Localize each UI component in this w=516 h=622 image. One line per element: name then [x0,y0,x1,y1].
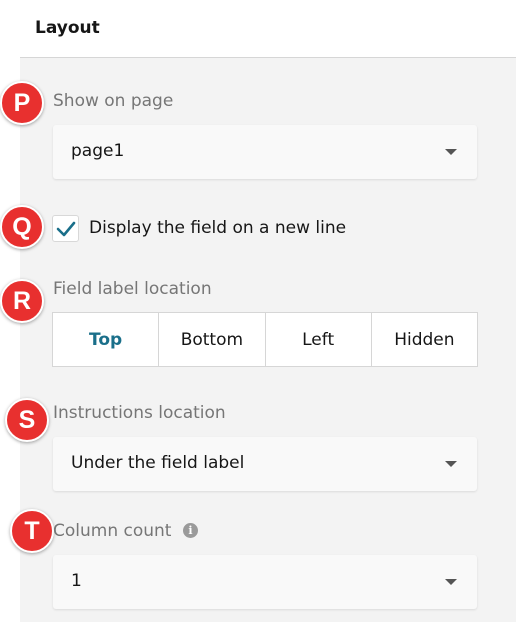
segment-bottom[interactable]: Bottom [159,313,266,366]
column-count-value: 1 [71,571,82,591]
segment-hidden[interactable]: Hidden [372,313,477,366]
check-icon [56,221,76,237]
show-on-page-label: Show on page [53,91,174,111]
field-label-location-segmented: Top Bottom Left Hidden [52,312,478,367]
chevron-down-icon [445,149,457,155]
instructions-location-label: Instructions location [53,403,226,423]
callout-marker-p: P [0,81,44,125]
chevron-down-icon [445,579,457,585]
segment-left[interactable]: Left [266,313,372,366]
chevron-down-icon [445,461,457,467]
show-on-page-select[interactable]: page1 [53,125,477,179]
info-icon[interactable]: i [183,523,198,538]
instructions-location-value: Under the field label [71,453,245,473]
panel-title: Layout [35,18,100,38]
callout-marker-s: S [5,398,49,442]
column-count-label: Column count [53,521,172,541]
column-count-select[interactable]: 1 [53,555,477,609]
field-label-location-label: Field label location [53,279,212,299]
callout-marker-t: T [10,509,54,553]
property-panel-page: Layout P Show on page page1 Q Display th… [0,0,516,622]
segment-top[interactable]: Top [53,313,160,366]
callout-marker-r: R [0,279,44,323]
show-on-page-value: page1 [71,141,125,161]
panel-header: Layout [20,0,516,58]
new-line-checkbox-label: Display the field on a new line [89,218,347,238]
new-line-checkbox[interactable] [52,215,79,242]
instructions-location-select[interactable]: Under the field label [53,437,477,491]
callout-marker-q: Q [0,205,44,249]
